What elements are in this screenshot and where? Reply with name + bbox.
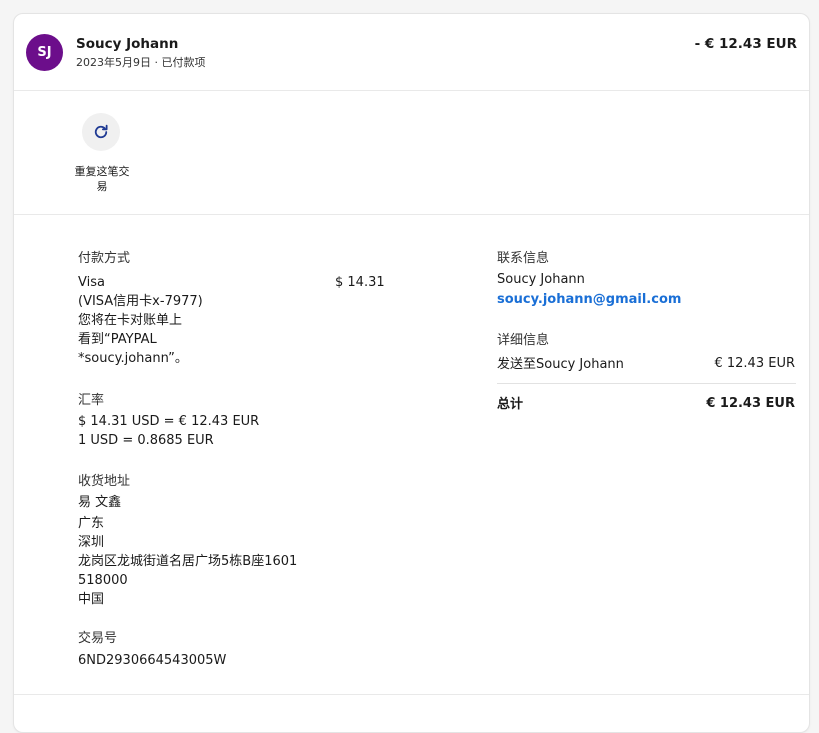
exchange-rate-title: 汇率 [78, 393, 105, 408]
shipping-name: 易 文鑫 [78, 495, 122, 510]
exchange-line-2: 1 USD = 0.8685 EUR [78, 433, 214, 448]
transaction-id-title: 交易号 [78, 631, 118, 646]
contact-name: Soucy Johann [497, 272, 585, 287]
contact-info-title: 联系信息 [497, 251, 550, 266]
transaction-card: SJ Soucy Johann 2023年5月9日 · 已付款项 - € 12.… [13, 13, 810, 733]
shipping-address: 广东 深圳 龙岗区龙城街道名居广场5栋B座1601 518000 中国 [78, 514, 297, 609]
shipping-postcode: 518000 [78, 573, 128, 588]
shipping-street: 龙岗区龙城街道名居广场5栋B座1601 [78, 554, 298, 569]
total-label: 总计 [497, 397, 524, 412]
transaction-details: 付款方式 Visa (VISA信用卡x-7977) 您将在卡对账单上 看到“PA… [14, 215, 809, 695]
sent-amount: € 12.43 EUR [714, 356, 795, 371]
statement-note-1: 您将在卡对账单上 [78, 313, 183, 328]
shipping-city: 深圳 [78, 535, 105, 550]
refresh-icon [94, 124, 108, 139]
shipping-address-title: 收货地址 [78, 474, 131, 489]
sent-to-label: 发送至Soucy Johann [497, 357, 624, 372]
statement-note-3: *soucy.johann”。 [78, 351, 188, 366]
exchange-rate-info: $ 14.31 USD = € 12.43 EUR 1 USD = 0.8685… [78, 412, 259, 450]
avatar: SJ [26, 34, 63, 71]
exchange-line-1: $ 14.31 USD = € 12.43 EUR [78, 414, 260, 429]
statement-note-2: 看到“PAYPAL [78, 332, 157, 347]
transaction-header: SJ Soucy Johann 2023年5月9日 · 已付款项 - € 12.… [14, 14, 809, 91]
detail-info-title: 详细信息 [497, 333, 550, 348]
actions-row: 重复这笔交 易 [14, 91, 809, 215]
payment-amount: $ 14.31 [335, 275, 385, 290]
contact-email-link[interactable]: soucy.johann@gmail.com [497, 290, 681, 309]
detail-divider [497, 383, 796, 384]
payment-method-info: Visa (VISA信用卡x-7977) 您将在卡对账单上 看到“PAYPAL … [78, 273, 203, 368]
shipping-province: 广东 [78, 516, 105, 531]
card-detail: (VISA信用卡x-7977) [78, 294, 203, 309]
repeat-transaction-label[interactable]: 重复这笔交 易 [71, 164, 133, 194]
total-amount: € 12.43 EUR [706, 396, 795, 411]
date-status: 2023年5月9日 · 已付款项 [76, 56, 206, 69]
card-name: Visa [78, 275, 105, 290]
repeat-transaction-button[interactable] [82, 113, 120, 151]
shipping-country: 中国 [78, 592, 105, 607]
recipient-name: Soucy Johann [76, 36, 179, 52]
transaction-amount: - € 12.43 EUR [694, 36, 797, 52]
payment-method-title: 付款方式 [78, 251, 131, 266]
transaction-id[interactable]: 6ND2930664543005W [78, 651, 226, 670]
